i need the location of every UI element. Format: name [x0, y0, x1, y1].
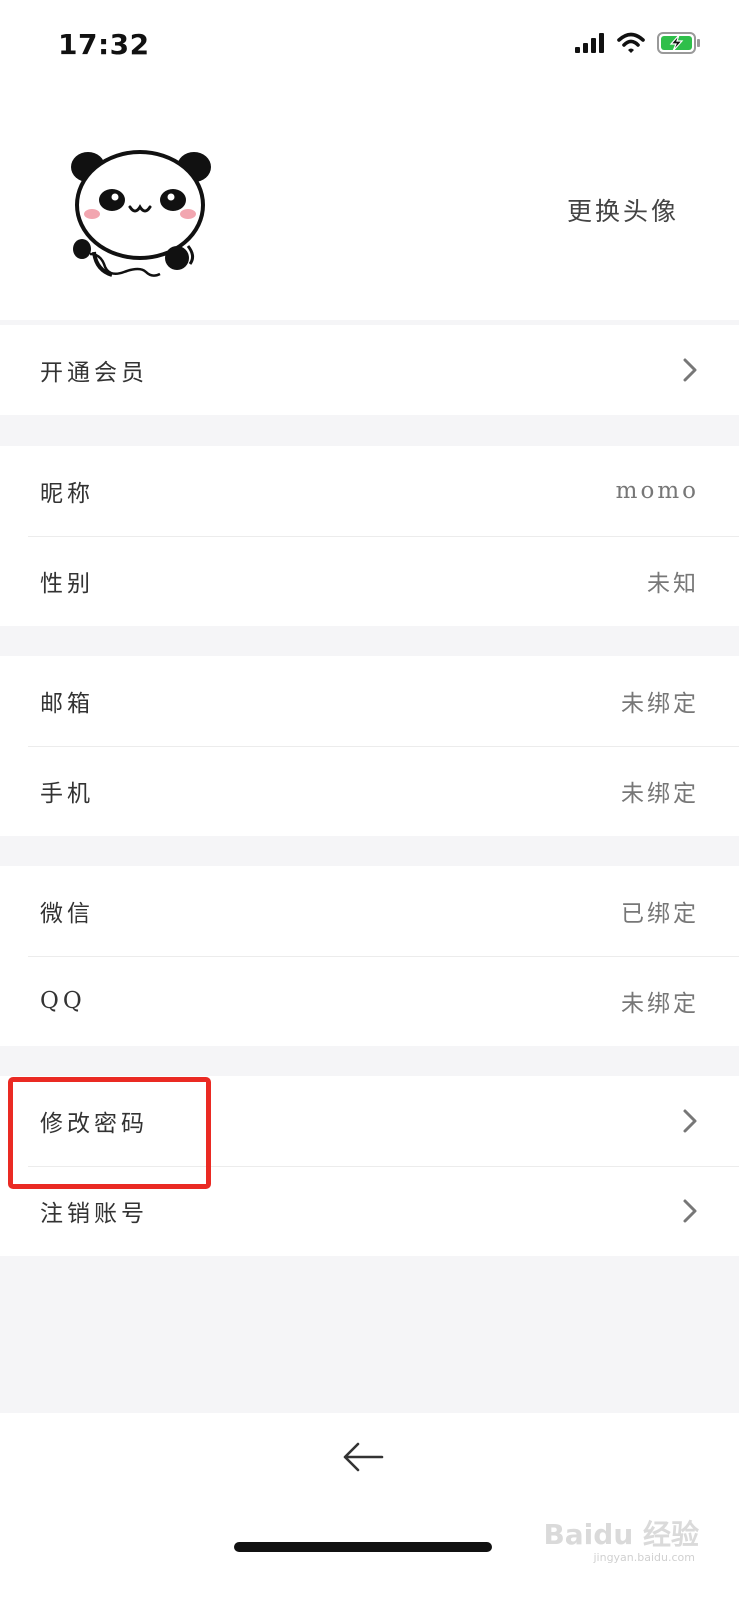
wechat-row[interactable]: 微信 已绑定	[0, 866, 739, 956]
nickname-row[interactable]: 昵称 momo	[0, 446, 739, 536]
watermark-url: jingyan.baidu.com	[593, 1551, 695, 1564]
nickname-label: 昵称	[40, 481, 94, 507]
chevron-right-icon	[683, 358, 697, 382]
battery-charging-icon	[657, 32, 700, 54]
highlight-annotation-box	[8, 1077, 211, 1189]
wechat-value: 已绑定	[621, 901, 699, 927]
email-value: 未绑定	[621, 691, 699, 717]
phone-value: 未绑定	[621, 781, 699, 807]
change-avatar-button[interactable]: 更换头像	[567, 192, 679, 228]
email-row[interactable]: 邮箱 未绑定	[0, 656, 739, 746]
status-time: 17:32	[58, 28, 150, 61]
membership-row[interactable]: 开通会员	[0, 325, 739, 415]
social-binding-section: 微信 已绑定 QQ 未绑定	[0, 866, 739, 1046]
membership-section: 开通会员	[0, 325, 739, 415]
qq-row[interactable]: QQ 未绑定	[0, 956, 739, 1046]
wifi-icon	[617, 32, 645, 53]
panda-avatar-icon[interactable]	[60, 142, 220, 292]
email-label: 邮箱	[40, 691, 94, 717]
nickname-value: momo	[615, 478, 699, 504]
qq-label: QQ	[40, 988, 86, 1014]
back-arrow-icon[interactable]	[342, 1441, 384, 1473]
membership-label: 开通会员	[40, 360, 148, 386]
wechat-label: 微信	[40, 901, 94, 927]
home-indicator	[234, 1542, 492, 1552]
phone-label: 手机	[40, 781, 94, 807]
gender-value: 未知	[647, 571, 699, 597]
bottom-navigation-bar: Baidu 经验 jingyan.baidu.com	[0, 1413, 739, 1600]
status-icons	[575, 32, 701, 54]
status-bar: 17:32	[0, 0, 739, 100]
qq-value: 未绑定	[621, 991, 699, 1017]
delete-account-label: 注销账号	[40, 1201, 148, 1227]
gender-row[interactable]: 性别 未知	[0, 536, 739, 626]
contact-section: 邮箱 未绑定 手机 未绑定	[0, 656, 739, 836]
phone-row[interactable]: 手机 未绑定	[0, 746, 739, 836]
basic-info-section: 昵称 momo 性别 未知	[0, 446, 739, 626]
gender-label: 性别	[40, 571, 94, 597]
cellular-signal-icon	[575, 33, 604, 53]
chevron-right-icon	[683, 1199, 697, 1223]
profile-header: 更换头像	[0, 100, 739, 320]
chevron-right-icon	[683, 1109, 697, 1133]
watermark-logo: Baidu 经验	[543, 1518, 699, 1551]
